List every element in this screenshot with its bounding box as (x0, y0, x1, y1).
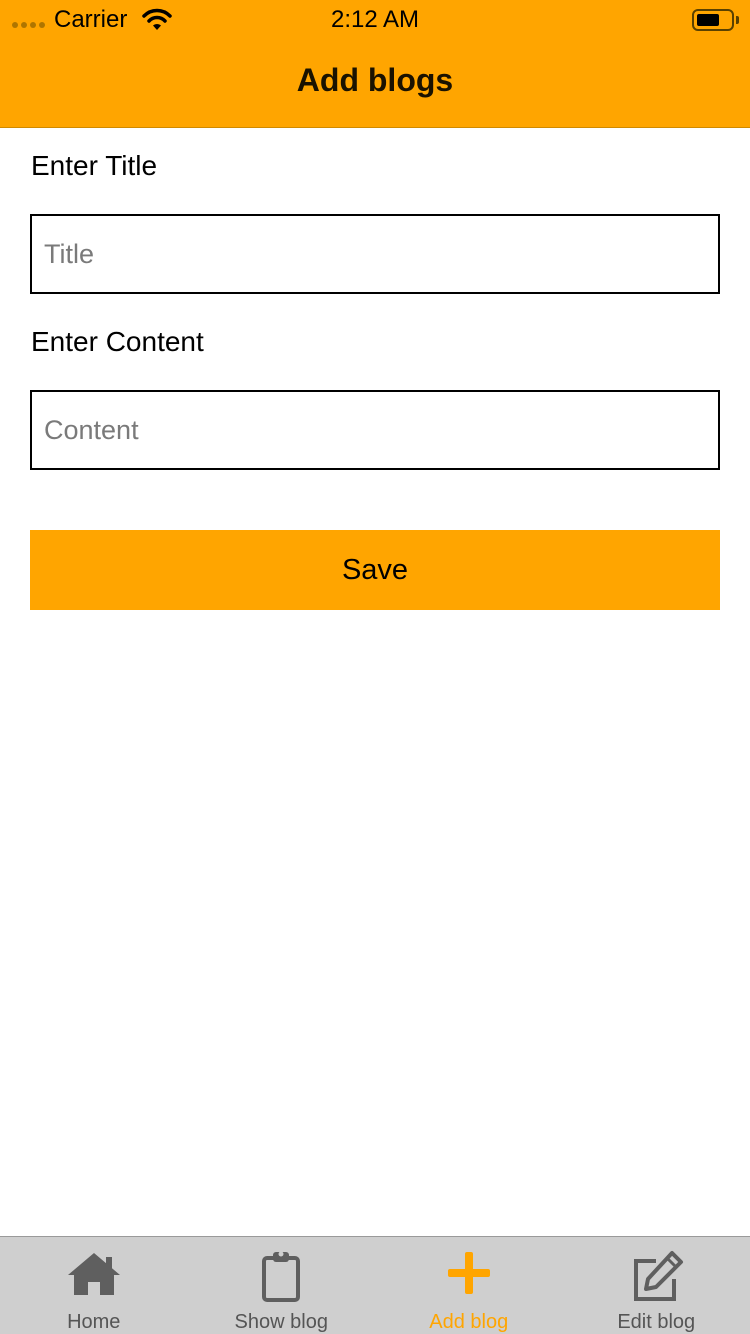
status-bar: Carrier 2:12 AM (0, 0, 750, 40)
tab-home-label: Home (67, 1311, 121, 1333)
tab-add-blog[interactable]: Add blog (375, 1237, 563, 1334)
title-label: Enter Title (31, 150, 158, 181)
battery-icon (692, 9, 734, 31)
content-input[interactable] (30, 390, 720, 470)
status-time: 2:12 AM (330, 6, 420, 33)
content-label: Enter Content (31, 326, 204, 357)
tab-edit-blog[interactable]: Edit blog (563, 1237, 750, 1334)
tab-bar: Home Show blog Add blog Edit blog (0, 1236, 750, 1334)
home-icon (67, 1253, 120, 1295)
clipboard-icon (262, 1251, 301, 1302)
tab-home[interactable]: Home (0, 1237, 188, 1334)
edit-icon (634, 1251, 684, 1301)
save-button[interactable]: Save (30, 530, 720, 610)
battery-tip (736, 16, 739, 24)
tab-add-blog-label: Add blog (429, 1311, 509, 1333)
tab-edit-blog-label: Edit blog (617, 1311, 696, 1333)
tab-show-blog[interactable]: Show blog (188, 1237, 376, 1334)
tab-show-blog-label: Show blog (234, 1311, 328, 1333)
title-input[interactable] (30, 214, 720, 294)
plus-icon (447, 1252, 490, 1294)
page-title: Add blogs (296, 62, 454, 98)
nav-header: Carrier 2:12 AM Add blogs (0, 0, 750, 128)
